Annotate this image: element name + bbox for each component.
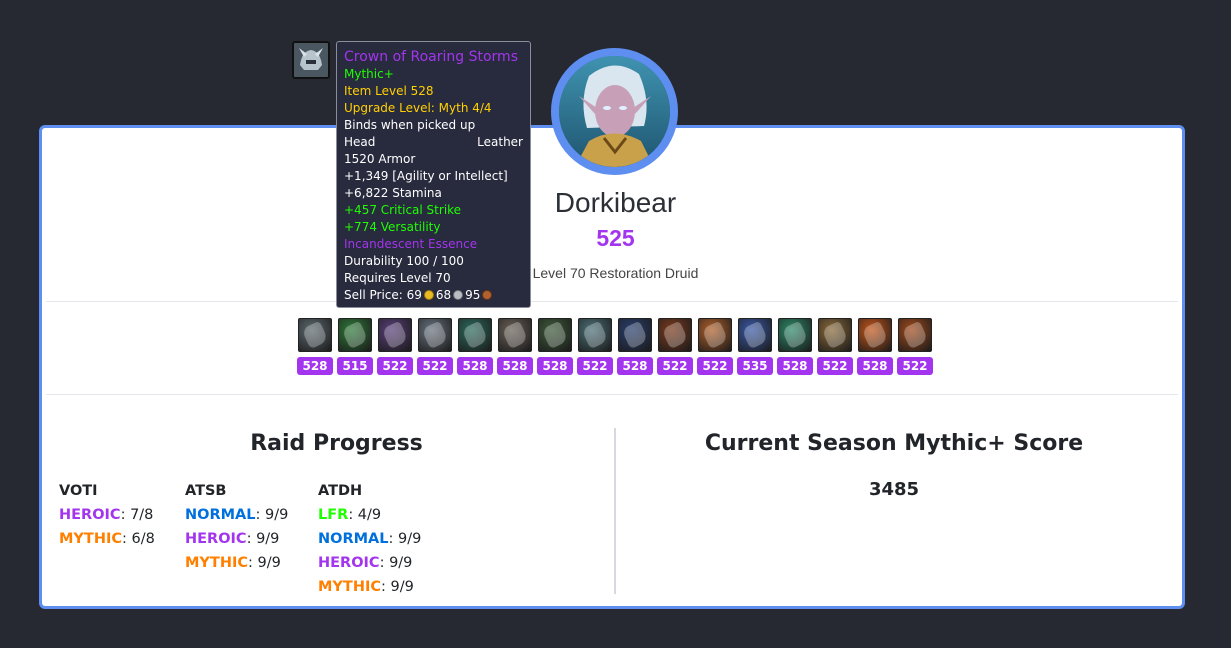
gear-slot[interactable]: 522 <box>897 318 933 375</box>
gear-slot[interactable]: 528 <box>297 318 333 375</box>
raid-progress-title: Raid Progress <box>250 431 423 456</box>
raid-column-atsb: ATSB NORMAL: 9/9 HEROIC: 9/9 MYTHIC: 9/9 <box>185 479 288 575</box>
tooltip-armor-type: Leather <box>477 135 523 149</box>
gear-slot[interactable]: 522 <box>657 318 693 375</box>
silver-coin-icon <box>453 290 464 300</box>
gear-slot[interactable]: 535 <box>737 318 773 375</box>
item-level-badge: 522 <box>377 357 413 375</box>
gear-slot[interactable]: 522 <box>577 318 613 375</box>
item-level-badge: 522 <box>817 357 853 375</box>
hovered-helm-icon[interactable] <box>292 41 330 79</box>
offhand-icon[interactable] <box>898 318 932 352</box>
gear-slot[interactable]: 515 <box>337 318 373 375</box>
item-level-badge: 515 <box>337 357 373 375</box>
gloves-icon[interactable] <box>538 318 572 352</box>
item-level-badge: 528 <box>497 357 533 375</box>
tooltip-secondary-stat: +457 Critical Strike <box>344 203 462 217</box>
helm-icon[interactable] <box>298 318 332 352</box>
character-avatar <box>551 48 678 175</box>
raid-name: VOTI <box>59 483 98 499</box>
ring-icon[interactable] <box>698 318 732 352</box>
ring-icon[interactable] <box>738 318 772 352</box>
tooltip-item-name: Crown of Roaring Storms <box>344 49 518 65</box>
gear-slot[interactable]: 528 <box>457 318 493 375</box>
raid-row: HEROIC: 7/8 <box>59 507 154 523</box>
gear-slot[interactable]: 528 <box>537 318 573 375</box>
raid-row: MYTHIC: 9/9 <box>318 579 414 595</box>
item-level-badge: 528 <box>297 357 333 375</box>
item-level-badge: 522 <box>577 357 613 375</box>
gear-slot[interactable]: 528 <box>497 318 533 375</box>
shoulders-icon[interactable] <box>378 318 412 352</box>
item-level-badge: 522 <box>897 357 933 375</box>
mythic-plus-score: 3485 <box>868 479 920 500</box>
tooltip-upgrade-level: Upgrade Level: Myth 4/4 <box>344 101 492 115</box>
weapon-icon[interactable] <box>858 318 892 352</box>
cloak-icon[interactable] <box>418 318 452 352</box>
gear-slot[interactable]: 528 <box>617 318 653 375</box>
tooltip-slot-row: Head Leather <box>344 134 523 151</box>
gear-divider <box>46 394 1178 395</box>
tooltip-stamina: +6,822 Stamina <box>344 186 442 200</box>
gear-slot[interactable]: 522 <box>417 318 453 375</box>
gear-slot[interactable]: 522 <box>697 318 733 375</box>
gear-slot[interactable]: 522 <box>377 318 413 375</box>
gear-slot[interactable]: 522 <box>817 318 853 375</box>
tooltip-item-level: Item Level 528 <box>344 84 434 98</box>
trinket-icon[interactable] <box>818 318 852 352</box>
character-description: Level 70 Restoration Druid <box>532 265 699 281</box>
item-level-badge: 528 <box>857 357 893 375</box>
belt-icon[interactable] <box>578 318 612 352</box>
raid-row: NORMAL: 9/9 <box>185 507 289 523</box>
item-level-badge: 522 <box>657 357 693 375</box>
character-item-level: 525 <box>596 225 635 251</box>
necklace-icon[interactable] <box>338 318 372 352</box>
item-level-badge: 535 <box>737 357 773 375</box>
raid-row: MYTHIC: 6/8 <box>59 531 155 547</box>
raid-row: HEROIC: 9/9 <box>318 555 413 571</box>
raid-row: MYTHIC: 9/9 <box>185 555 281 571</box>
chest-icon[interactable] <box>458 318 492 352</box>
tooltip-requires: Requires Level 70 <box>344 271 451 285</box>
tooltip-durability: Durability 100 / 100 <box>344 254 464 268</box>
gear-slot[interactable]: 528 <box>857 318 893 375</box>
tooltip-enchant: Incandescent Essence <box>344 237 478 251</box>
raid-row: LFR: 4/9 <box>318 507 382 523</box>
item-tooltip: Crown of Roaring Storms Mythic+ Item Lev… <box>336 41 531 308</box>
tooltip-armor: 1520 Armor <box>344 152 416 166</box>
tooltip-binding: Binds when picked up <box>344 118 476 132</box>
gold-coin-icon <box>423 290 434 300</box>
trinket-icon[interactable] <box>778 318 812 352</box>
item-level-badge: 528 <box>777 357 813 375</box>
raid-row: HEROIC: 9/9 <box>185 531 280 547</box>
tooltip-secondary-stat: +774 Versatility <box>344 220 441 234</box>
item-level-badge: 528 <box>537 357 573 375</box>
wrist-icon[interactable] <box>498 318 532 352</box>
character-name: Dorkibear <box>554 187 677 218</box>
item-level-badge: 522 <box>417 357 453 375</box>
raid-column-atdh: ATDH LFR: 4/9 NORMAL: 9/9 HEROIC: 9/9 MY… <box>318 479 421 599</box>
tooltip-slot: Head <box>344 135 376 149</box>
tooltip-difficulty: Mythic+ <box>344 67 394 81</box>
raid-column-voti: VOTI HEROIC: 7/8 MYTHIC: 6/8 <box>59 479 155 551</box>
mythic-plus-title: Current Season Mythic+ Score <box>704 431 1084 456</box>
copper-coin-icon <box>482 290 493 300</box>
header-divider <box>46 301 1178 302</box>
legs-icon[interactable] <box>618 318 652 352</box>
boots-icon[interactable] <box>658 318 692 352</box>
item-level-badge: 522 <box>697 357 733 375</box>
gear-slot[interactable]: 528 <box>777 318 813 375</box>
item-level-badge: 528 <box>617 357 653 375</box>
gear-list: 528 515 522 522 528 528 528 522 528 522 522 535 528 5… <box>297 318 937 375</box>
tooltip-sell-price: Sell Price: 69 68 95 <box>344 287 523 304</box>
item-level-badge: 528 <box>457 357 493 375</box>
raid-name: ATSB <box>185 483 227 499</box>
raid-row: NORMAL: 9/9 <box>318 531 422 547</box>
raid-name: ATDH <box>318 483 363 499</box>
tooltip-primary-stat: +1,349 [Agility or Intellect] <box>344 169 508 183</box>
